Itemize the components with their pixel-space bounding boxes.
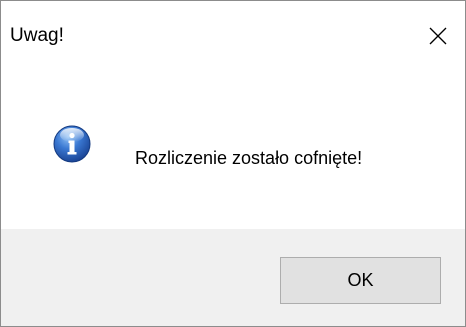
title-bar: Uwag! bbox=[1, 1, 465, 71]
message-dialog: Uwag! Rozliczenie zostało cofnięte! OK bbox=[0, 0, 466, 327]
dialog-content: Rozliczenie zostało cofnięte! bbox=[1, 71, 465, 229]
close-icon bbox=[429, 27, 447, 45]
info-icon bbox=[53, 125, 91, 163]
ok-button[interactable]: OK bbox=[280, 257, 441, 304]
close-button[interactable] bbox=[405, 1, 465, 71]
dialog-message: Rozliczenie zostało cofnięte! bbox=[135, 148, 363, 168]
dialog-footer: OK bbox=[1, 229, 465, 326]
dialog-title: Uwag! bbox=[10, 25, 64, 46]
